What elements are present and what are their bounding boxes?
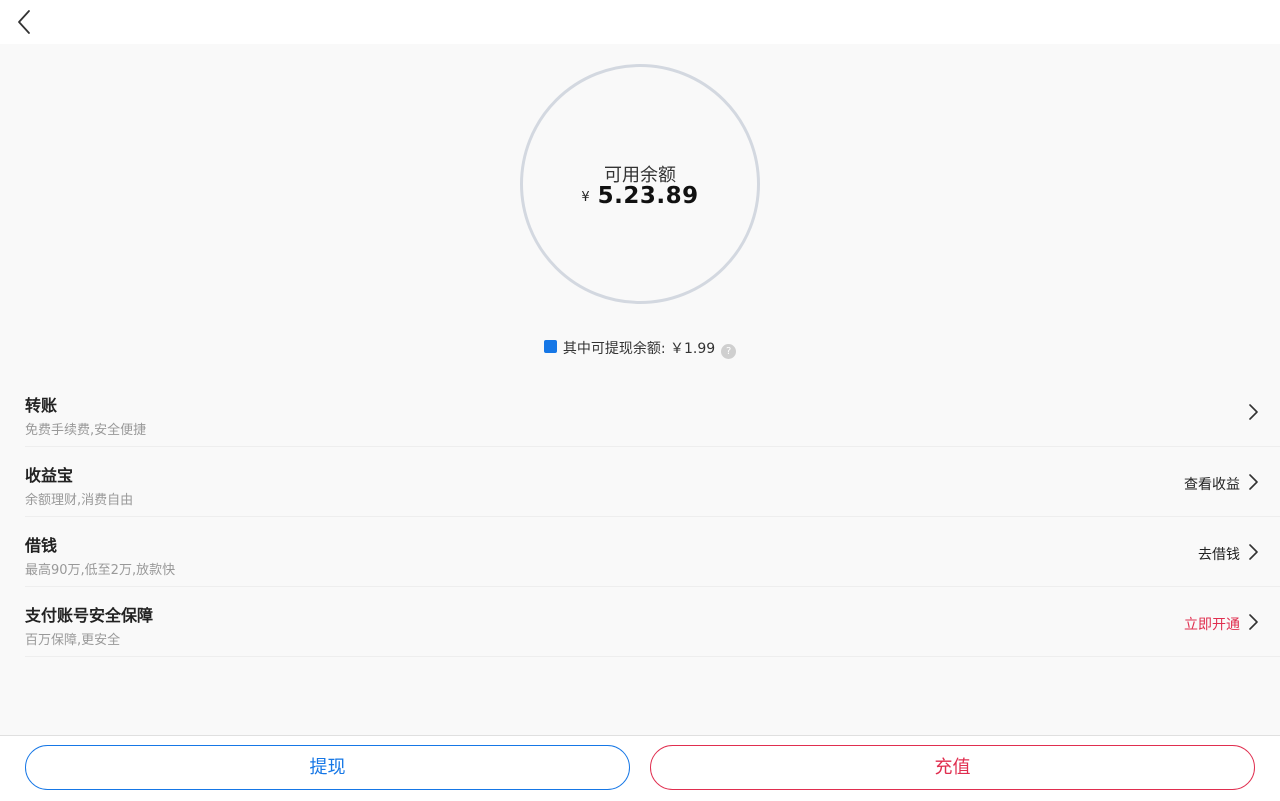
account-security-subtitle: 百万保障,更安全 bbox=[25, 633, 121, 648]
withdrawable-amount: ￥1.99 bbox=[670, 341, 716, 357]
chevron-right-icon bbox=[1249, 544, 1258, 560]
activate-now-link[interactable]: 立即开通 bbox=[1184, 614, 1240, 634]
withdraw-button[interactable]: 提现 bbox=[25, 745, 630, 790]
yield-treasure-title: 收益宝 bbox=[25, 466, 74, 485]
bottom-action-bar: 提现 充值 bbox=[0, 735, 1280, 801]
service-list: 转账 免费手续费,安全便捷 收益宝 余额理财,消费自由 查看收益 借钱 最高90… bbox=[0, 376, 1280, 735]
question-circle-icon[interactable]: ? bbox=[721, 344, 737, 359]
balance-ring: 可用余额 ¥5.23.89 bbox=[520, 64, 760, 304]
balance-panel: 可用余额 ¥5.23.89 其中可提现余额: ￥1.99? bbox=[0, 44, 1280, 376]
chevron-right-icon bbox=[1249, 474, 1258, 490]
top-bar bbox=[0, 0, 1280, 44]
view-earnings-link[interactable]: 查看收益 bbox=[1184, 474, 1240, 494]
legend-square-icon bbox=[543, 340, 557, 353]
withdrawable-balance: 其中可提现余额: ￥1.99? bbox=[0, 338, 1280, 359]
chevron-right-icon bbox=[1249, 404, 1258, 420]
borrow-title: 借钱 bbox=[25, 536, 58, 555]
withdrawable-label: 其中可提现余额: bbox=[562, 341, 666, 357]
currency-symbol: ¥ bbox=[581, 190, 590, 205]
account-security-title: 支付账号安全保障 bbox=[25, 606, 154, 625]
yield-treasure-subtitle: 余额理财,消费自由 bbox=[25, 493, 134, 508]
go-borrow-link[interactable]: 去借钱 bbox=[1198, 544, 1240, 564]
available-balance-amount: ¥5.23.89 bbox=[523, 183, 757, 209]
list-item-transfer[interactable]: 转账 免费手续费,安全便捷 bbox=[25, 376, 1280, 447]
chevron-left-icon bbox=[18, 10, 30, 34]
borrow-subtitle: 最高90万,低至2万,放款快 bbox=[25, 563, 176, 578]
chevron-right-icon bbox=[1249, 614, 1258, 630]
list-item-yield-treasure[interactable]: 收益宝 余额理财,消费自由 查看收益 bbox=[25, 446, 1280, 517]
recharge-button[interactable]: 充值 bbox=[650, 745, 1255, 790]
back-button[interactable] bbox=[12, 8, 40, 36]
transfer-subtitle: 免费手续费,安全便捷 bbox=[25, 423, 147, 438]
list-item-borrow[interactable]: 借钱 最高90万,低至2万,放款快 去借钱 bbox=[25, 516, 1280, 587]
list-item-account-security[interactable]: 支付账号安全保障 百万保障,更安全 立即开通 bbox=[25, 586, 1280, 657]
transfer-title: 转账 bbox=[25, 396, 58, 415]
balance-value: 5.23.89 bbox=[597, 183, 699, 209]
